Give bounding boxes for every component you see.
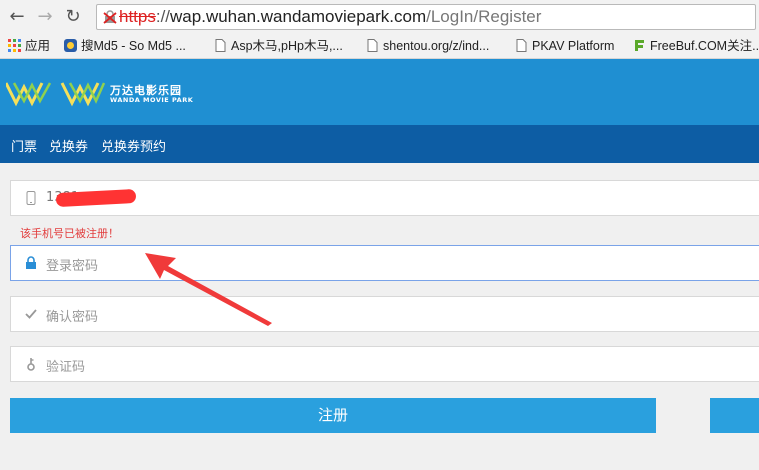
forward-arrow-icon[interactable]: → (34, 6, 56, 28)
phone-error-message: 该手机号已被注册！ (20, 227, 119, 240)
url-text: https://wap.wuhan.wandamoviepark.com/Log… (119, 7, 542, 26)
bookmark-apps[interactable]: 应用 (8, 38, 50, 54)
bookmark-freebuf[interactable]: FreeBuf.COM关注... (633, 38, 759, 54)
captcha-field[interactable]: 验证码 (10, 346, 759, 382)
bookmark-label: Asp木马,pHp木马,... (231, 39, 343, 53)
menu-item-tickets[interactable]: 门票 (11, 136, 37, 155)
lock-icon (26, 256, 36, 269)
confirm-password-field[interactable]: 确认密码 (10, 296, 759, 332)
menu-item-vouchers[interactable]: 兑换券 (49, 136, 88, 155)
bookmark-label: 应用 (25, 39, 51, 53)
site-subtitle: WANDA MOVIE PARK (110, 96, 194, 104)
page-icon (215, 39, 226, 52)
bookmark-pkav[interactable]: PKAV Platform (515, 38, 614, 54)
check-icon (25, 309, 37, 319)
secondary-button[interactable] (710, 398, 759, 433)
bookmark-somd5[interactable]: 搜Md5 - So Md5 ... (64, 38, 186, 54)
browser-toolbar: ← → ↻ https://wap.wuhan.wandamoviepark.c… (0, 0, 759, 34)
password-placeholder: 登录密码 (46, 259, 99, 274)
address-bar[interactable]: https://wap.wuhan.wandamoviepark.com/Log… (96, 4, 756, 30)
apps-grid-icon (8, 39, 21, 52)
confirm-password-placeholder: 确认密码 (46, 310, 99, 325)
mobile-phone-icon (26, 191, 36, 205)
site-header: 万达电影乐园 WANDA MOVIE PARK (0, 59, 759, 125)
register-button[interactable]: 注册 (10, 398, 656, 433)
password-field[interactable]: 登录密码 (10, 245, 759, 281)
bookmark-asp[interactable]: Asp木马,pHp木马,... (214, 38, 343, 54)
insecure-lock-icon (103, 10, 117, 24)
bookmarks-bar: 应用 搜Md5 - So Md5 ... Asp木马,pHp木马,... she… (0, 34, 759, 59)
reload-icon[interactable]: ↻ (62, 6, 84, 28)
bookmark-label: shentou.org/z/ind... (383, 39, 490, 53)
bookmark-label: PKAV Platform (532, 39, 615, 53)
back-arrow-icon[interactable]: ← (6, 6, 28, 28)
bookmark-shentou[interactable]: shentou.org/z/ind... (366, 38, 489, 54)
page-icon (367, 39, 378, 52)
md5-site-icon (64, 39, 77, 52)
menu-item-voucher-booking[interactable]: 兑换券预约 (101, 136, 166, 155)
bookmark-label: FreeBuf.COM关注... (650, 39, 759, 53)
key-icon (27, 358, 35, 371)
main-menu: 门票 兑换券 兑换券预约 (0, 125, 759, 163)
page-icon (516, 39, 527, 52)
captcha-placeholder: 验证码 (46, 360, 86, 375)
bookmark-label: 搜Md5 - So Md5 ... (81, 39, 186, 53)
wanda-logo-icon (6, 82, 106, 107)
freebuf-icon (635, 40, 644, 51)
